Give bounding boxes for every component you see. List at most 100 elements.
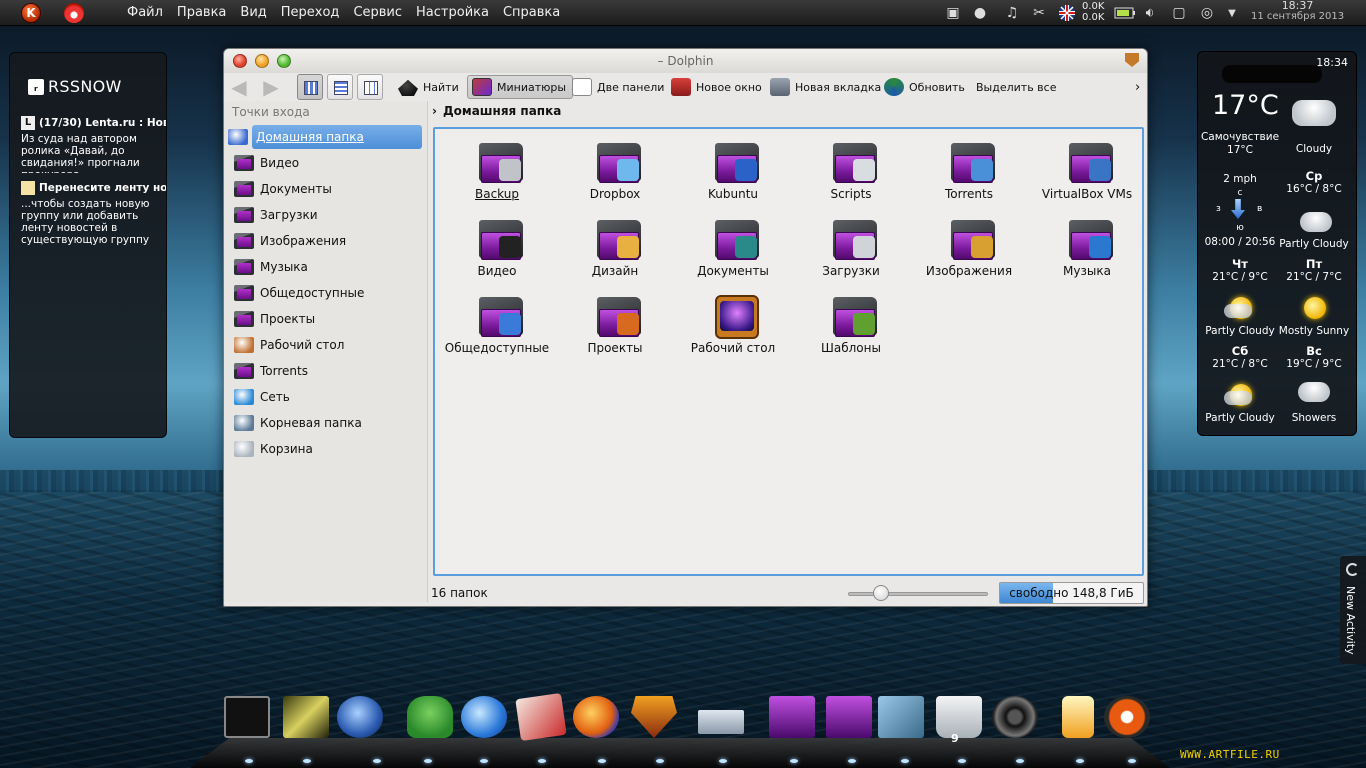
net-down: 0.0K <box>1082 12 1105 23</box>
rss-item[interactable]: Перенесите ленту нов ...чтобы создать но… <box>21 181 166 251</box>
new-tab-button[interactable]: Новая вкладка <box>770 75 881 99</box>
forecast-day: Чт 21°C / 9°C <box>1202 258 1278 284</box>
dock-running-indicator <box>1128 759 1136 763</box>
folder-item[interactable]: Загрузки <box>795 216 907 288</box>
back-arrow-icon[interactable]: ◀ <box>228 77 250 97</box>
wind-direction-icon <box>1231 199 1245 219</box>
music-icon[interactable]: ♫ <box>1002 2 1022 24</box>
chevron-down-icon[interactable]: ▼ <box>1224 2 1240 24</box>
folder-item[interactable]: Torrents <box>913 139 1025 211</box>
new-activity-tab[interactable]: New Activity <box>1340 556 1366 664</box>
sidebar-item[interactable]: Корзина <box>232 437 422 461</box>
sync-icon[interactable] <box>461 696 511 742</box>
menu-settings[interactable]: Настройка <box>416 5 489 20</box>
battery-app-icon[interactable] <box>1053 696 1103 742</box>
folder-item[interactable]: Scripts <box>795 139 907 211</box>
previews-button[interactable]: Миниатюры <box>467 75 574 99</box>
sidebar-item[interactable]: Изображения <box>232 229 422 253</box>
folder-video-icon <box>234 155 254 171</box>
folder-item[interactable]: VirtualBox VMs <box>1031 139 1143 211</box>
sidebar-item[interactable]: Загрузки <box>232 203 422 227</box>
display-icon[interactable]: ▣ <box>944 2 962 24</box>
chat-icon[interactable]: ● <box>970 2 990 24</box>
file-view[interactable]: Backup Dropbox Kubuntu Scripts Torrents Virtu… <box>433 127 1144 576</box>
menu-view[interactable]: Вид <box>240 5 266 20</box>
panel-clock[interactable]: 18:37 11 сентября 2013 <box>1251 0 1344 23</box>
mascot-icon[interactable] <box>407 696 457 742</box>
menu-edit[interactable]: Правка <box>177 5 226 20</box>
sidebar-item[interactable]: Проекты <box>232 307 422 331</box>
select-all-button[interactable]: Выделить все <box>976 75 1056 99</box>
network-icon[interactable]: ◎ <box>1198 2 1216 24</box>
scissors-icon[interactable]: ✂ <box>1029 2 1049 24</box>
folder-item[interactable]: Шаблоны <box>795 293 907 365</box>
folder-item[interactable]: Музыка <box>1031 216 1143 288</box>
window-titlebar[interactable]: – Dolphin <box>224 49 1147 73</box>
folder-item[interactable]: Dropbox <box>559 139 671 211</box>
sync-icon-graphic <box>461 696 507 738</box>
folder-item[interactable]: Backup <box>441 139 553 211</box>
folder-item[interactable]: Проекты <box>559 293 671 365</box>
breadcrumb[interactable]: › Домашняя папка <box>432 104 561 118</box>
zoom-slider[interactable] <box>848 592 988 596</box>
sidebar-item[interactable]: Сеть <box>232 385 422 409</box>
speaker-icon[interactable] <box>992 696 1042 742</box>
forecast-day-name: Вс <box>1306 344 1322 358</box>
screen-icon-graphic <box>698 710 744 734</box>
sidebar-item[interactable]: Общедоступные <box>232 281 422 305</box>
uk-flag-icon[interactable] <box>1057 2 1077 24</box>
mail-icon[interactable] <box>515 693 568 742</box>
new-window-button[interactable]: Новое окно <box>671 75 762 99</box>
icons-view-button[interactable] <box>297 74 323 100</box>
screen-icon[interactable] <box>698 696 748 742</box>
forecast-cond: Partly Cloudy <box>1279 238 1349 250</box>
sidebar-item[interactable]: Корневая папка <box>232 411 422 435</box>
rss-icon: ᵣ <box>28 78 44 95</box>
photos-icon[interactable] <box>878 696 928 742</box>
folder-item[interactable]: Kubuntu <box>677 139 789 211</box>
sidebar-item[interactable]: Домашняя папка <box>228 125 422 149</box>
zoom-slider-handle[interactable] <box>872 585 889 601</box>
reload-button[interactable]: Обновить <box>884 75 965 99</box>
sidebar-item[interactable]: Torrents <box>232 359 422 383</box>
sidebar-item[interactable]: Видео <box>232 151 422 175</box>
folder-time-icon[interactable] <box>769 696 819 742</box>
app-launcher-icon[interactable] <box>64 3 84 23</box>
menu-tools[interactable]: Сервис <box>353 5 402 20</box>
volume-icon[interactable]: 🔉︎ <box>1140 2 1160 24</box>
columns-view-button[interactable] <box>357 74 383 100</box>
folder-label: Torrents <box>945 187 993 201</box>
wolf-browser-icon[interactable] <box>337 696 387 742</box>
breadcrumb-home[interactable]: Домашняя папка <box>443 104 561 118</box>
mask-icon[interactable] <box>631 696 681 742</box>
menu-file[interactable]: Файл <box>127 5 163 20</box>
details-view-button[interactable] <box>327 74 353 100</box>
power-icon[interactable] <box>1104 696 1154 742</box>
folder-images-icon[interactable] <box>826 696 876 742</box>
feels-like: Самочувствие 17°C <box>1198 131 1282 157</box>
folder-item[interactable]: Изображения <box>913 216 1025 288</box>
split-button[interactable]: Две панели <box>572 75 664 99</box>
find-button[interactable]: Найти <box>398 75 459 99</box>
sidebar-item[interactable]: Документы <box>232 177 422 201</box>
more-chevron-icon[interactable]: › <box>1135 75 1140 99</box>
media-icon[interactable] <box>283 696 333 742</box>
battery-icon[interactable] <box>1113 2 1137 24</box>
folder-item[interactable]: Рабочий стол <box>677 293 789 365</box>
rss-item[interactable]: L (17/30) Lenta.ru : Ново Из суда над авт… <box>21 116 166 176</box>
menu-help[interactable]: Справка <box>503 5 560 20</box>
trash-icon[interactable] <box>936 696 986 742</box>
terminal-icon[interactable] <box>224 696 274 742</box>
menu-go[interactable]: Переход <box>281 5 340 20</box>
folder-item[interactable]: Документы <box>677 216 789 288</box>
folder-item[interactable]: Дизайн <box>559 216 671 288</box>
sidebar-item[interactable]: Музыка <box>232 255 422 279</box>
top-panel: K Файл Правка Вид Переход Сервис Настрой… <box>0 0 1366 26</box>
folder-item[interactable]: Видео <box>441 216 553 288</box>
kde-menu-icon[interactable]: K <box>21 3 41 23</box>
window-icon[interactable]: ▢ <box>1170 2 1188 24</box>
folder-item[interactable]: Общедоступные <box>441 293 553 365</box>
sidebar-item[interactable]: Рабочий стол <box>232 333 422 357</box>
forward-arrow-icon[interactable]: ▶ <box>260 77 282 97</box>
firefox-icon[interactable] <box>573 696 623 742</box>
